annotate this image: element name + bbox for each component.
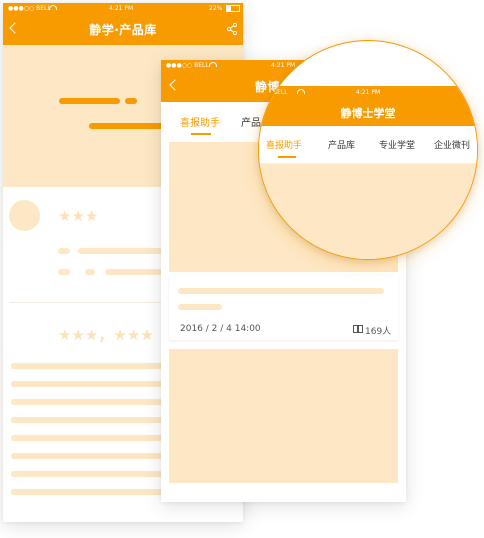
text-placeholder [11,453,167,459]
text-placeholder [11,435,167,441]
title-placeholder [178,288,384,294]
text-placeholder [58,248,70,254]
text-placeholder [11,489,167,495]
text-placeholder [11,363,167,369]
zoom-page-title: 静博士学堂 [340,107,396,120]
battery-icon [226,5,240,12]
status-bar: ●●●○○ BELL 4:21 PM 22% [3,3,243,15]
tab-xibao-assistant[interactable]: 喜报助手 [180,114,220,129]
time-label: 4:21 PM [271,62,296,69]
page-title: 静学·产品库 [89,23,157,37]
banner-text-bar [59,98,120,104]
text-placeholder [78,248,167,254]
carrier-label: ●●●○○ BELL [166,62,209,69]
share-icon[interactable] [227,23,237,35]
wifi-icon [297,89,305,94]
time-label: 4:21 PM [356,89,381,96]
carrier-label: BELL [273,89,288,96]
active-tab-indicator [191,133,211,135]
feed-image [169,349,398,483]
text-placeholder [11,417,167,423]
text-placeholder [85,269,95,275]
back-icon[interactable] [169,79,181,91]
zoom-magnifier: BELL 4:21 PM 静博士学堂 喜报助手 产品库 专业学堂 企业微刊 [258,40,478,260]
text-placeholder [11,381,167,387]
zoom-feed-image [259,164,477,259]
tab-enterprise-journal[interactable]: 企业微刊 [434,138,470,151]
zoom-tab-bar: 喜报助手 产品库 专业学堂 企业微刊 [259,126,477,164]
carrier-label: ●●●○○ BELL [8,5,51,12]
text-placeholder [11,471,167,477]
zoom-nav-bar: 静博士学堂 [259,98,477,126]
divider [9,302,167,303]
tab-product[interactable]: 产品 [241,114,261,129]
battery-label: 22% [209,5,223,12]
review-placeholder: ★★★，★★★ [58,326,154,344]
active-tab-indicator [278,156,296,158]
text-placeholder [105,269,167,275]
text-placeholder [58,269,70,275]
tab-professional-academy[interactable]: 专业学堂 [379,138,415,151]
zoom-status-bar: BELL 4:21 PM [259,86,477,98]
banner-text-bar [125,98,137,104]
tab-product-library[interactable]: 产品库 [328,138,355,151]
tab-xibao-assistant[interactable]: 喜报助手 [266,138,302,151]
article-card[interactable]: 2016 / 2 / 4 14:00 169人 [169,276,398,340]
rating-placeholder: ★★★ [58,207,99,225]
wifi-icon [209,62,217,67]
avatar [9,200,40,231]
text-placeholder [11,399,167,405]
post-date: 2016 / 2 / 4 14:00 [180,324,261,334]
wifi-icon [49,5,57,10]
view-count: 169人 [365,327,392,337]
time-label: 4:21 PM [109,5,134,12]
nav-bar: 静学·产品库 [3,15,243,45]
title-placeholder [178,304,222,310]
book-icon [353,325,363,333]
